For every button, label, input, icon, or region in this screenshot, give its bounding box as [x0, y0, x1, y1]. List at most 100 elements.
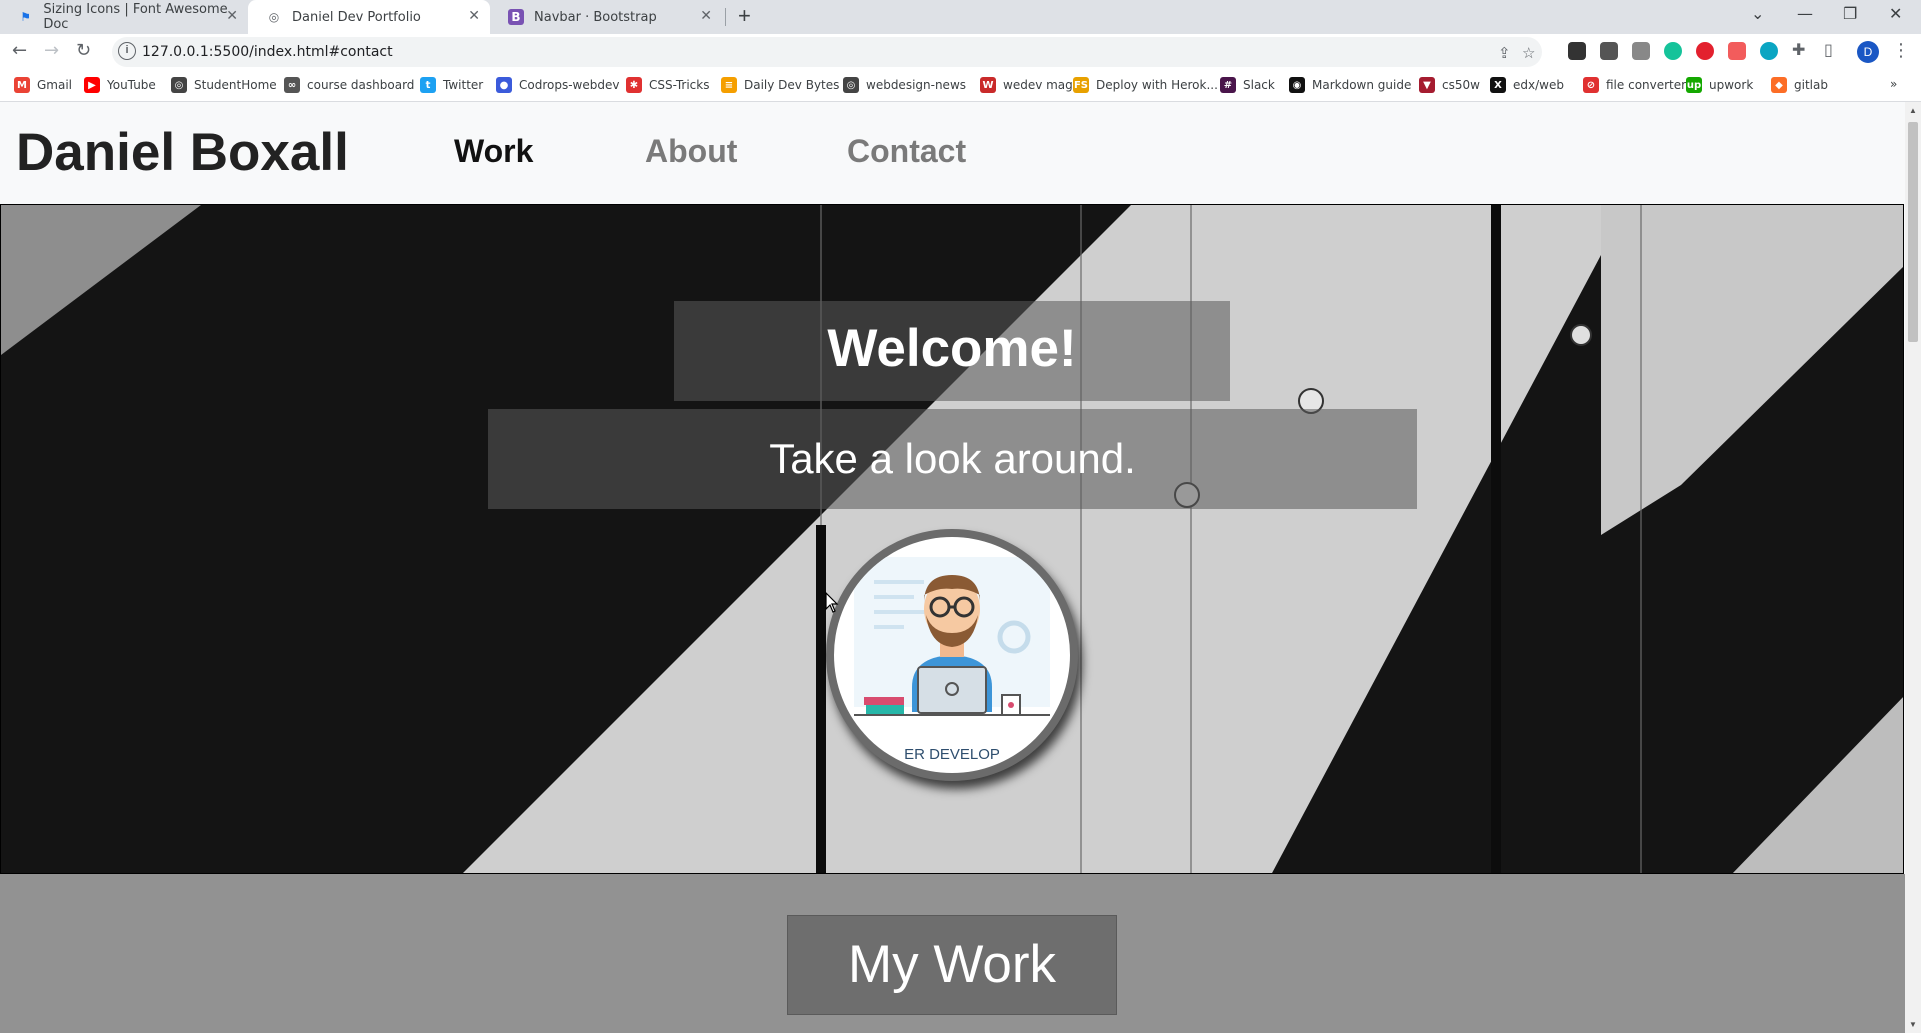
- bookmark-label: Daily Dev Bytes: [744, 78, 840, 92]
- nav-link-work[interactable]: Work: [454, 133, 533, 170]
- bookmark-item[interactable]: # Slack: [1220, 77, 1275, 93]
- share-icon[interactable]: ⇪: [1498, 44, 1511, 62]
- bookmark-favicon-icon: ▼: [1419, 77, 1435, 93]
- bookmark-label: upwork: [1709, 78, 1754, 92]
- bookmark-item[interactable]: ◆ gitlab: [1771, 77, 1828, 93]
- bookmark-label: Deploy with Herok...: [1096, 78, 1218, 92]
- extension-icon[interactable]: [1568, 42, 1586, 60]
- close-icon[interactable]: ✕: [700, 8, 712, 24]
- avatar[interactable]: D: [1857, 41, 1879, 63]
- bookmark-item[interactable]: ⊘ file converter: [1583, 77, 1686, 93]
- bookmark-item[interactable]: up upwork: [1686, 77, 1753, 93]
- bookmark-favicon-icon: X: [1490, 77, 1506, 93]
- nav-link-contact[interactable]: Contact: [847, 133, 966, 170]
- bookmark-favicon-icon: W: [980, 77, 996, 93]
- new-tab-icon[interactable]: +: [738, 3, 751, 29]
- extension-icon[interactable]: [1728, 42, 1746, 60]
- extension-icon[interactable]: [1760, 42, 1778, 60]
- browser-tab-strip: ⚑ Sizing Icons | Font Awesome Doc ✕ ◎ Da…: [0, 0, 1921, 34]
- menu-icon[interactable]: ⋮: [1892, 40, 1910, 61]
- bookmark-item[interactable]: FS Deploy with Herok...: [1073, 77, 1218, 93]
- site-navbar: Daniel Boxall Work About Contact: [0, 102, 1905, 204]
- tab-title: Daniel Dev Portfolio: [292, 9, 421, 25]
- bookmark-label: file converter: [1606, 78, 1687, 92]
- bookmark-favicon-icon: #: [1220, 77, 1236, 93]
- bookmark-favicon-icon: FS: [1073, 77, 1089, 93]
- bookmark-label: edx/web: [1513, 78, 1564, 92]
- site-info-icon[interactable]: i: [118, 42, 136, 60]
- bookmark-label: YouTube: [107, 78, 156, 92]
- bookmark-favicon-icon: ▶: [84, 77, 100, 93]
- scrollbar-thumb[interactable]: [1908, 122, 1918, 342]
- developer-illustration: ER DEVELOP: [854, 557, 1050, 763]
- puzzle-icon[interactable]: ✚: [1792, 40, 1805, 59]
- minimize-icon[interactable]: —: [1797, 4, 1813, 23]
- close-window-icon[interactable]: ✕: [1889, 4, 1902, 23]
- bookmark-item[interactable]: ∞ course dashboard: [284, 77, 414, 93]
- bookmark-item[interactable]: ◉ Markdown guide: [1289, 77, 1411, 93]
- extension-icon[interactable]: [1696, 42, 1714, 60]
- tab-bootstrap[interactable]: B Navbar · Bootstrap ✕: [490, 0, 722, 34]
- browser-toolbar: ← → ↻ i 127.0.0.1:5500/index.html#contac…: [0, 34, 1921, 70]
- bookmark-label: Slack: [1243, 78, 1275, 92]
- bookmark-label: StudentHome: [194, 78, 277, 92]
- restore-icon[interactable]: ❐: [1843, 4, 1857, 23]
- bookmark-item[interactable]: t Twitter: [420, 77, 483, 93]
- bookmark-label: Twitter: [443, 78, 484, 92]
- brand-logo[interactable]: Daniel Boxall: [16, 122, 349, 183]
- address-bar[interactable]: i 127.0.0.1:5500/index.html#contact ⇪ ☆: [112, 37, 1542, 67]
- close-icon[interactable]: ✕: [468, 8, 480, 24]
- scroll-down-icon[interactable]: ▼: [1909, 1020, 1917, 1029]
- bookmark-favicon-icon: up: [1686, 77, 1702, 93]
- back-icon[interactable]: ←: [12, 40, 27, 61]
- bookmark-label: wedev mag: [1003, 78, 1073, 92]
- bookmark-favicon-icon: M: [14, 77, 30, 93]
- tab-search-icon[interactable]: ⌄: [1751, 4, 1764, 23]
- close-icon[interactable]: ✕: [226, 8, 238, 24]
- mouse-cursor-icon: [825, 592, 839, 613]
- bookmark-label: webdesign-news: [866, 78, 967, 92]
- tab-portfolio[interactable]: ◎ Daniel Dev Portfolio ✕: [248, 0, 490, 34]
- bookmark-item[interactable]: Wwedev mag: [980, 77, 1073, 93]
- tab-font-awesome[interactable]: ⚑ Sizing Icons | Font Awesome Doc ✕: [0, 0, 248, 34]
- forward-icon[interactable]: →: [44, 40, 59, 61]
- bookmark-item[interactable]: ◎ StudentHome: [171, 77, 277, 93]
- flag-icon: ⚑: [20, 10, 32, 24]
- scroll-up-icon[interactable]: ▲: [1909, 106, 1917, 115]
- nav-link-about[interactable]: About: [645, 133, 737, 170]
- bookmark-label: Codrops-webdev: [519, 78, 620, 92]
- bookmark-item[interactable]: ◎ webdesign-news: [843, 77, 966, 93]
- side-panel-icon[interactable]: ▯: [1824, 40, 1833, 59]
- bookmark-favicon-icon: ✱: [626, 77, 642, 93]
- bookmark-star-icon[interactable]: ☆: [1522, 44, 1535, 62]
- bookmark-item[interactable]: ✱ CSS-Tricks: [626, 77, 709, 93]
- bookmark-favicon-icon: ◉: [1289, 77, 1305, 93]
- bookmark-item[interactable]: ▶ YouTube: [84, 77, 156, 93]
- bookmark-item[interactable]: ≡ Daily Dev Bytes: [721, 77, 839, 93]
- tab-title: Sizing Icons | Font Awesome Doc: [43, 2, 228, 32]
- bookmarks-bar: M Gmail ▶ YouTube ◎ StudentHome ∞ course dashbo…: [0, 70, 1921, 102]
- url-text[interactable]: 127.0.0.1:5500/index.html#contact: [142, 44, 393, 60]
- bookmark-label: gitlab: [1794, 78, 1828, 92]
- bookmark-favicon-icon: ◎: [171, 77, 187, 93]
- bookmark-label: cs50w: [1442, 78, 1480, 92]
- more-bookmarks-icon[interactable]: »: [1890, 77, 1897, 91]
- globe-icon: ◎: [268, 10, 280, 24]
- tab-title: Navbar · Bootstrap: [534, 9, 657, 25]
- grammarly-icon[interactable]: [1664, 42, 1682, 60]
- extension-icon[interactable]: [1632, 42, 1650, 60]
- bookmark-favicon-icon: ≡: [721, 77, 737, 93]
- extension-icon[interactable]: [1600, 42, 1618, 60]
- bookmark-item[interactable]: ▼ cs50w: [1419, 77, 1480, 93]
- my-work-button[interactable]: My Work: [787, 915, 1117, 1015]
- bookmark-favicon-icon: ∞: [284, 77, 300, 93]
- bookmark-item[interactable]: Xedx/web: [1490, 77, 1564, 93]
- bookmark-item[interactable]: M Gmail: [14, 77, 72, 93]
- bookmark-favicon-icon: ◎: [843, 77, 859, 93]
- page-scrollbar[interactable]: ▲ ▼: [1905, 102, 1921, 1033]
- hero-title: Welcome!: [827, 319, 1077, 378]
- bootstrap-icon: B: [508, 9, 524, 25]
- reload-icon[interactable]: ↻: [76, 40, 91, 61]
- bookmark-item[interactable]: ● Codrops-webdev: [496, 77, 619, 93]
- bookmark-favicon-icon: ◆: [1771, 77, 1787, 93]
